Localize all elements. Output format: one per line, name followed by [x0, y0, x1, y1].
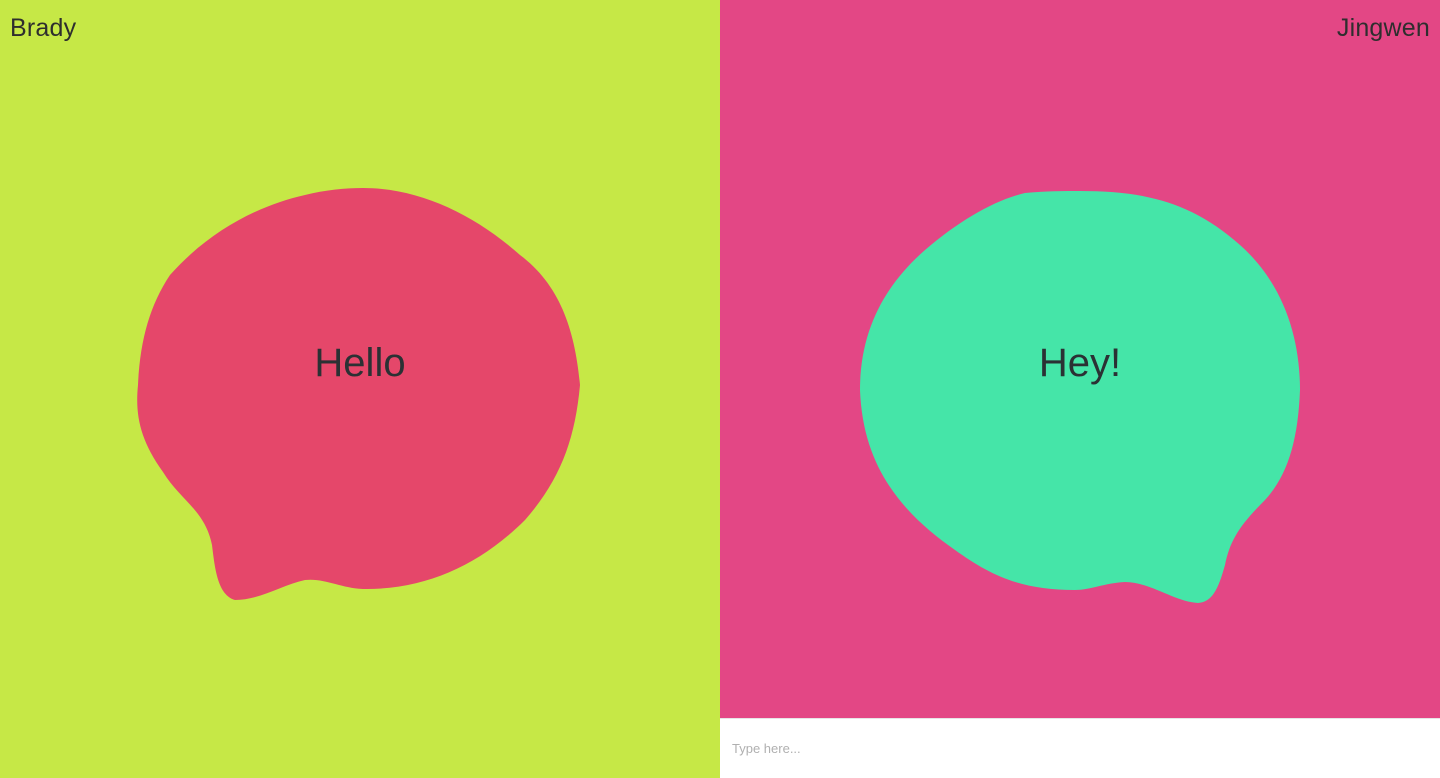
left-bubble-shape — [137, 188, 581, 600]
right-bubble-shape — [860, 191, 1300, 603]
right-message-text: Hey! — [1038, 341, 1122, 385]
right-message-bubble: Hey! — [720, 0, 1440, 778]
left-message-text: Hello — [314, 341, 406, 385]
right-user-panel: Jingwen Hey! — [720, 0, 1440, 778]
left-message-bubble: Hello — [0, 0, 720, 778]
message-composer — [720, 718, 1440, 778]
message-input[interactable] — [720, 719, 1440, 778]
chat-app: Brady Hello Jingwen Hey! — [0, 0, 1440, 778]
left-user-panel: Brady Hello — [0, 0, 720, 778]
